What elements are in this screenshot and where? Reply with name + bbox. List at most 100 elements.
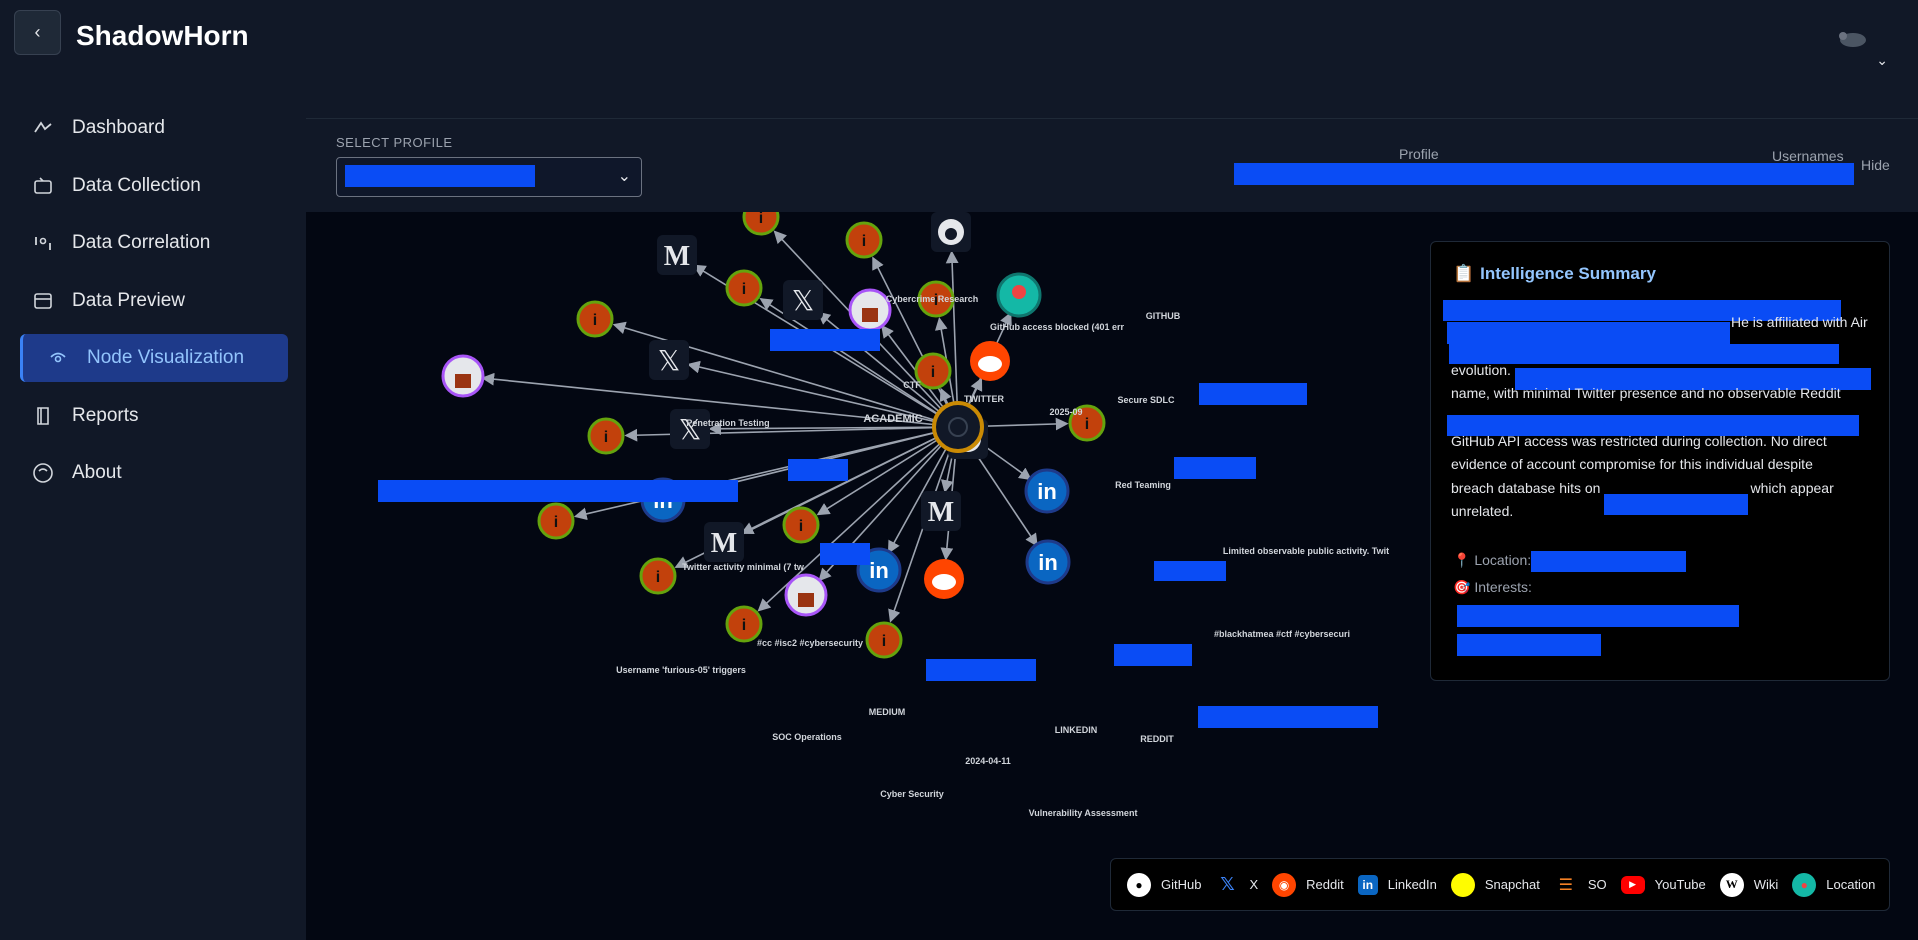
graph-edge bbox=[573, 426, 959, 521]
x-node[interactable]: 𝕏 bbox=[670, 409, 710, 449]
avatar-node[interactable] bbox=[441, 354, 485, 398]
info-node[interactable]: i bbox=[725, 269, 763, 307]
redaction-box bbox=[1174, 457, 1256, 479]
interests-row: 🎯 Interests: bbox=[1453, 579, 1532, 595]
info-node[interactable]: i bbox=[782, 506, 820, 544]
linkedin-node[interactable]: in bbox=[1025, 539, 1071, 585]
sidebar-item-label: Node Visualization bbox=[87, 347, 245, 368]
redaction-box bbox=[1199, 383, 1307, 405]
user-avatar-icon[interactable] bbox=[1836, 28, 1870, 55]
reddit-node[interactable] bbox=[924, 559, 964, 599]
sidebar-item-data-preview[interactable]: Data Preview bbox=[20, 277, 288, 325]
legend-item-location: ● Location bbox=[1792, 872, 1875, 897]
legend-item-wiki: W Wiki bbox=[1719, 872, 1778, 897]
sidebar: ‹ ShadowHorn Dashboard Data Collection D… bbox=[0, 0, 306, 940]
node-label: LINKEDIN bbox=[1055, 725, 1098, 735]
chevron-down-icon[interactable]: ⌄ bbox=[1876, 52, 1888, 69]
svg-text:i: i bbox=[759, 212, 763, 227]
medium-node[interactable]: M bbox=[921, 491, 961, 531]
sidebar-item-dashboard[interactable]: Dashboard bbox=[20, 104, 288, 152]
intelligence-summary-panel: 📋 Intelligence Summary He is affiliated w… bbox=[1430, 241, 1890, 681]
svg-text:in: in bbox=[869, 558, 889, 583]
chevron-down-icon: ⌄ bbox=[617, 168, 631, 185]
location-node[interactable] bbox=[996, 272, 1042, 318]
node-label: CTF bbox=[903, 380, 921, 390]
linkedin-node[interactable]: in bbox=[1024, 468, 1070, 514]
medium-node[interactable]: M bbox=[704, 522, 744, 562]
svg-text:M: M bbox=[664, 241, 690, 272]
redaction-box bbox=[788, 459, 848, 481]
info-node[interactable]: i bbox=[742, 212, 780, 236]
profile-select[interactable]: ⌄ bbox=[336, 157, 642, 197]
svg-text:i: i bbox=[656, 569, 660, 586]
sidebar-item-node-visualization[interactable]: Node Visualization bbox=[20, 334, 288, 382]
sidebar-item-about[interactable]: About bbox=[20, 449, 288, 497]
node-label: Penetration Testing bbox=[686, 418, 769, 428]
snapchat-icon bbox=[1450, 872, 1475, 897]
profile-label: Profile bbox=[1399, 146, 1439, 162]
redaction-box bbox=[1114, 644, 1192, 666]
avatar-node[interactable] bbox=[784, 573, 828, 617]
node-label: Red Teaming bbox=[1115, 480, 1171, 490]
hide-button[interactable]: Hide bbox=[1861, 157, 1890, 173]
reddit-icon: ◉ bbox=[1272, 872, 1297, 897]
sidebar-nav: Dashboard Data Collection Data Correlati… bbox=[20, 104, 288, 507]
svg-text:i: i bbox=[882, 633, 886, 650]
reddit-node[interactable] bbox=[970, 341, 1010, 381]
platform-legend: ● GitHub 𝕏 X ◉ Reddit in LinkedIn Snapch… bbox=[1110, 858, 1890, 911]
sidebar-item-data-collection[interactable]: Data Collection bbox=[20, 162, 288, 210]
x-icon: 𝕏 bbox=[1220, 874, 1235, 894]
svg-text:𝕏: 𝕏 bbox=[658, 344, 681, 377]
info-node[interactable]: i bbox=[639, 557, 677, 595]
summary-body: He is affiliated with Air evolution. nam… bbox=[1451, 299, 1871, 524]
location-icon: ● bbox=[1792, 872, 1817, 897]
tv-icon bbox=[32, 176, 54, 195]
report-icon bbox=[32, 406, 54, 426]
node-label: Username 'furious-05' triggers bbox=[616, 665, 746, 675]
info-node[interactable]: i bbox=[576, 300, 614, 338]
node-label: TWITTER bbox=[964, 394, 1004, 404]
center-node[interactable] bbox=[932, 401, 984, 453]
stackoverflow-icon: ☰ bbox=[1558, 876, 1573, 894]
info-node[interactable]: i bbox=[914, 352, 952, 390]
sidebar-item-reports[interactable]: Reports bbox=[20, 392, 288, 440]
app-title: ShadowHorn bbox=[76, 20, 249, 51]
node-label: 2024-04-11 bbox=[965, 756, 1011, 766]
info-node[interactable]: i bbox=[587, 417, 625, 455]
redaction-box bbox=[1198, 706, 1378, 728]
github-icon: ● bbox=[1127, 872, 1151, 897]
redaction-box bbox=[820, 543, 870, 565]
info-node[interactable]: i bbox=[845, 221, 883, 259]
svg-text:in: in bbox=[1037, 479, 1057, 504]
summary-line: unrelated. bbox=[1451, 503, 1514, 519]
svg-text:i: i bbox=[742, 281, 746, 298]
sidebar-item-data-correlation[interactable]: Data Correlation bbox=[20, 219, 288, 267]
redaction-box bbox=[378, 480, 738, 502]
redaction-box bbox=[770, 329, 880, 351]
info-node[interactable]: i bbox=[537, 502, 575, 540]
redaction-box bbox=[1154, 561, 1226, 581]
info-circle-icon bbox=[32, 462, 54, 484]
legend-item-youtube: ▶ YouTube bbox=[1620, 875, 1706, 894]
medium-node[interactable]: M bbox=[657, 235, 697, 275]
info-node[interactable]: i bbox=[865, 621, 903, 659]
back-button[interactable]: ‹ bbox=[14, 10, 61, 55]
clipboard-icon: 📋 bbox=[1453, 264, 1475, 283]
x-node[interactable]: 𝕏 bbox=[783, 280, 823, 320]
node-label: GitHub access blocked (401 err bbox=[990, 322, 1125, 332]
node-label: #blackhatmea #ctf #cybersecuri bbox=[1214, 629, 1350, 639]
profile-bar: SELECT PROFILE ⌄ Profile Usernames Hide bbox=[306, 119, 1918, 213]
legend-item-linkedin: in LinkedIn bbox=[1357, 874, 1437, 895]
node-label: ACADEMIC bbox=[863, 413, 922, 425]
info-node[interactable]: i bbox=[725, 605, 763, 643]
x-node[interactable]: 𝕏 bbox=[649, 340, 689, 380]
sidebar-item-label: Data Collection bbox=[72, 174, 201, 196]
chart-icon bbox=[32, 120, 54, 136]
github-node[interactable] bbox=[931, 212, 971, 252]
avatar-node[interactable] bbox=[848, 288, 892, 332]
eye-icon bbox=[47, 350, 69, 366]
node-label: GITHUB bbox=[1146, 311, 1181, 321]
node-label: Secure SDLC bbox=[1117, 395, 1175, 405]
graph-edge bbox=[945, 250, 959, 428]
node-label: Limited observable public activity. Twit bbox=[1223, 546, 1389, 556]
